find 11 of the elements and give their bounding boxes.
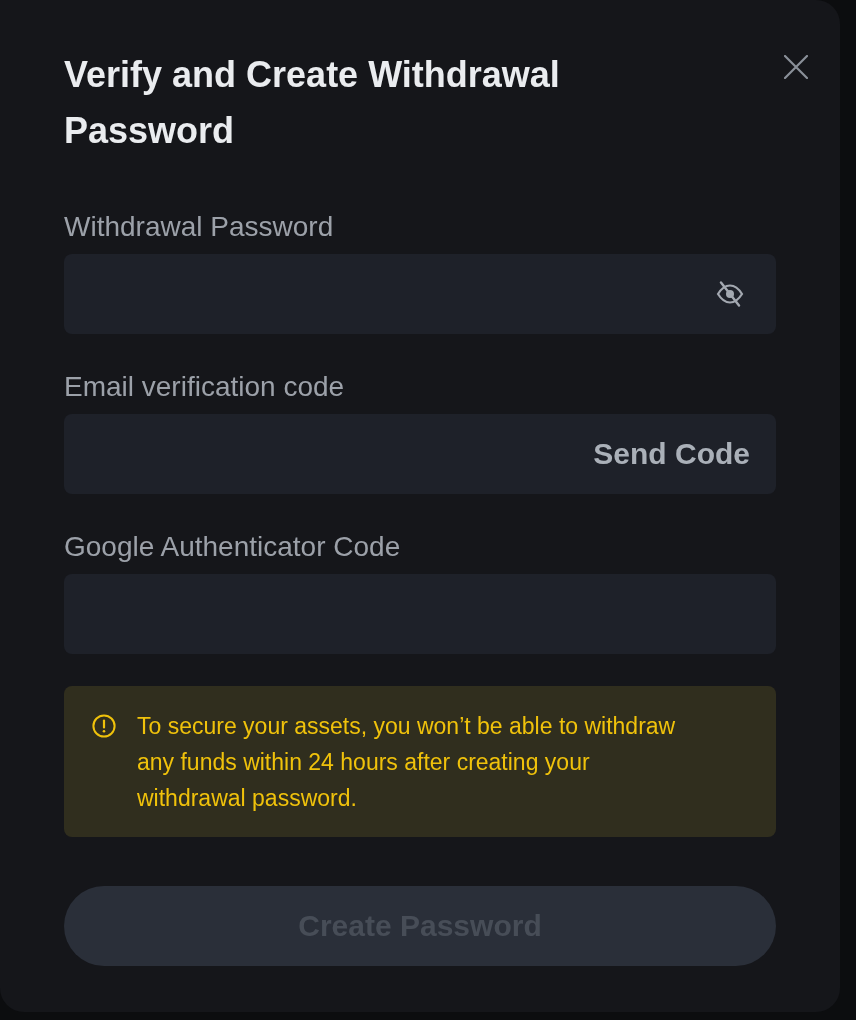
eye-off-icon[interactable] [716, 281, 744, 307]
field-label: Google Authenticator Code [64, 531, 401, 563]
send-code-button[interactable]: Send Code [593, 437, 750, 471]
warning-text: To secure your assets, you won’t be able to withdraw any funds within 24 hours after creating your withdrawal password. [137, 712, 677, 813]
input-field[interactable]: Send Code [64, 414, 776, 494]
password-field[interactable] [64, 254, 776, 334]
warning-icon [92, 714, 116, 738]
field-label: Email verification code [64, 371, 345, 403]
dialog-title: Verify and Create Withdrawal Password [64, 53, 561, 153]
field-label: Withdrawal Password [64, 211, 334, 243]
close-icon[interactable] [784, 55, 808, 79]
